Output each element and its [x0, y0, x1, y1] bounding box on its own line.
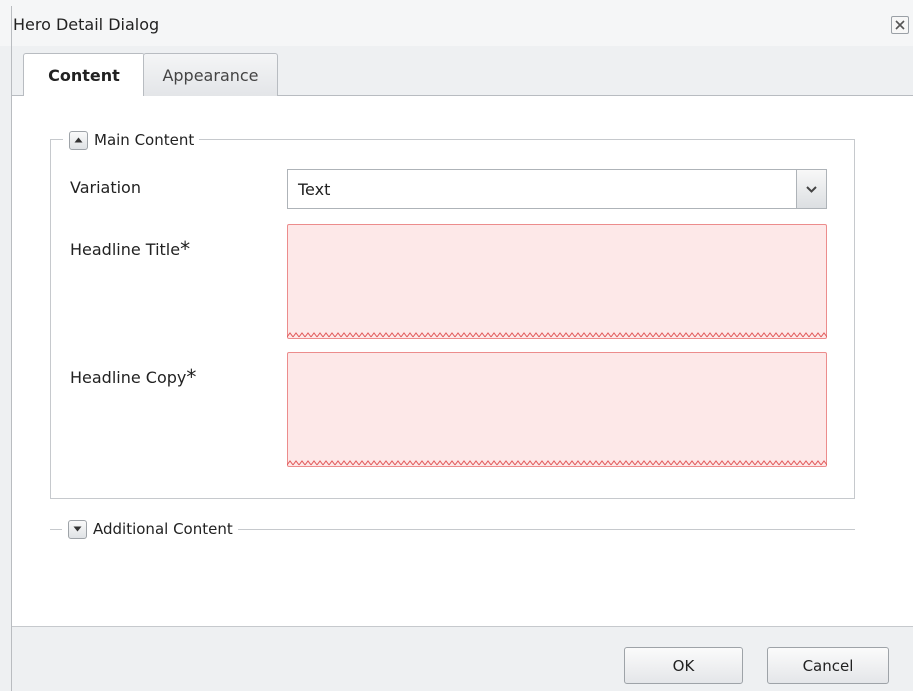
- headline-copy-input[interactable]: [287, 352, 827, 467]
- additional-content-toggle[interactable]: [68, 519, 87, 539]
- collapse-up-icon: [74, 137, 83, 143]
- required-asterisk: *: [180, 237, 191, 261]
- hero-detail-dialog: Hero Detail Dialog Content Appearance Ma…: [0, 0, 913, 691]
- variation-label: Variation: [70, 178, 141, 197]
- additional-content-title: Additional Content: [93, 520, 233, 538]
- headline-title-label-text: Headline Title: [70, 240, 181, 259]
- variation-select-value: Text: [298, 180, 331, 199]
- ok-button[interactable]: OK: [624, 647, 743, 684]
- tab-appearance[interactable]: Appearance: [143, 53, 278, 96]
- dialog-titlebar[interactable]: Hero Detail Dialog: [0, 0, 913, 46]
- tab-content-label: Content: [48, 66, 120, 85]
- close-button[interactable]: [891, 16, 909, 34]
- headline-title-input[interactable]: [287, 224, 827, 339]
- headline-copy-label: Headline Copy*: [70, 365, 196, 389]
- expand-down-icon: [73, 526, 82, 532]
- dialog-title: Hero Detail Dialog: [13, 15, 160, 34]
- main-content-legend: Main Content: [63, 128, 200, 152]
- tab-appearance-label: Appearance: [162, 65, 259, 85]
- variation-dropdown-button[interactable]: [796, 169, 827, 209]
- chevron-down-icon: [806, 185, 817, 193]
- content-panel: Main Content Variation Text Headline Tit…: [12, 96, 913, 626]
- main-content-toggle[interactable]: [69, 130, 88, 150]
- cancel-button[interactable]: Cancel: [767, 647, 889, 684]
- headline-title-label: Headline Title*: [70, 237, 190, 261]
- additional-content-header: Additional Content: [50, 517, 855, 541]
- tab-content[interactable]: Content: [23, 53, 145, 97]
- headline-copy-label-text: Headline Copy: [70, 368, 187, 387]
- required-asterisk: *: [186, 365, 197, 389]
- close-icon: [895, 20, 905, 30]
- dialog-footer: OK Cancel: [12, 626, 913, 691]
- variation-select[interactable]: Text: [287, 169, 827, 209]
- tab-strip: Content Appearance: [12, 46, 913, 97]
- main-content-title: Main Content: [94, 131, 195, 149]
- additional-content-legend: Additional Content: [62, 517, 238, 541]
